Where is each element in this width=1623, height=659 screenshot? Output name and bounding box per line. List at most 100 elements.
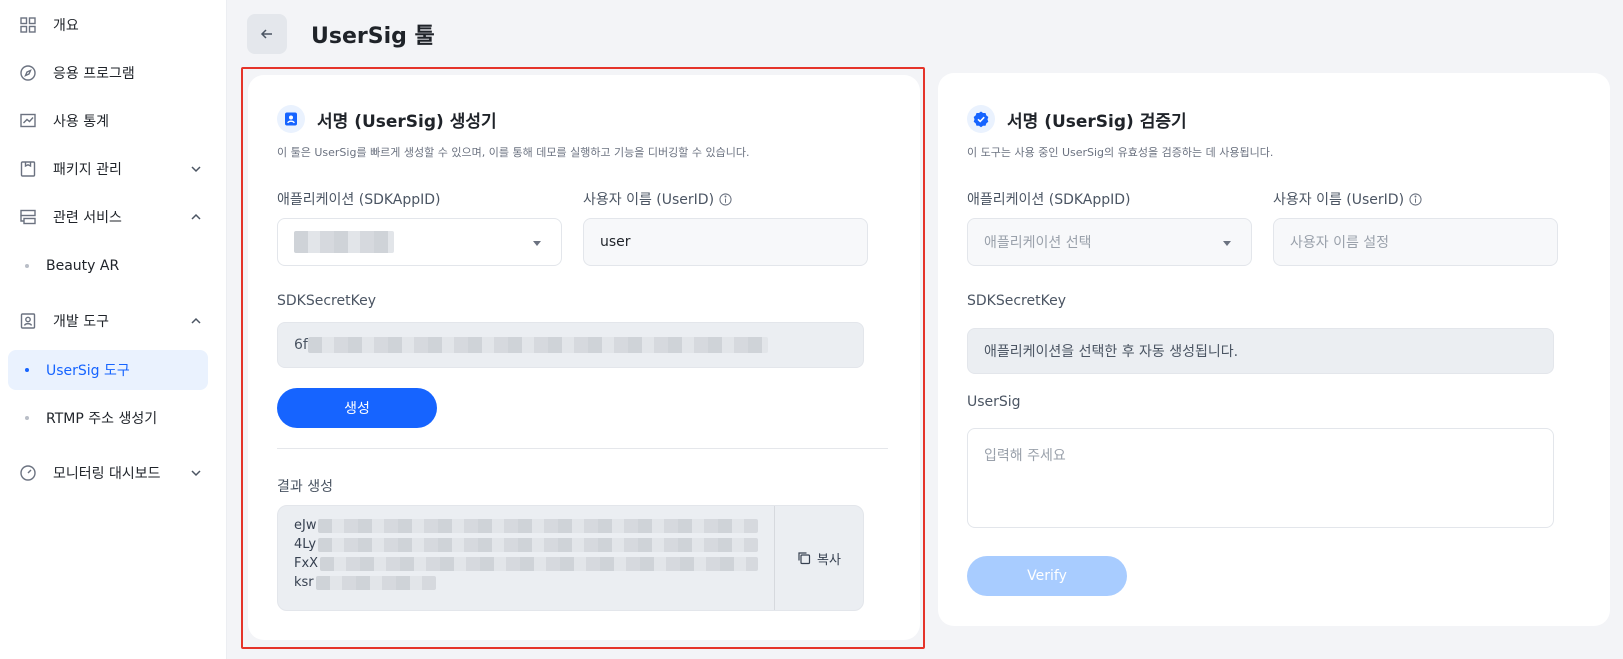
redacted-app-id (294, 231, 394, 253)
arrow-left-icon (260, 29, 272, 39)
verified-badge-icon (967, 105, 995, 133)
dev-tools-icon (18, 311, 38, 331)
usersig-placeholder: 입력해 주세요 (984, 448, 1066, 464)
chart-icon (18, 111, 38, 131)
sidebar-subitem-usersig-tool[interactable]: UserSig 도구 (8, 350, 208, 390)
bullet-dot (25, 416, 29, 420)
sidebar-item-package-management[interactable]: 패키지 관리 (8, 149, 208, 189)
generator-secret-label: SDKSecretKey (277, 293, 376, 309)
sidebar-subitem-label: RTMP 주소 생성기 (46, 411, 158, 427)
sidebar-item-overview[interactable]: 개요 (8, 5, 208, 45)
verifier-secret-field: 애플리케이션을 선택한 후 자동 생성됩니다. (967, 328, 1554, 374)
bullet-dot (25, 264, 29, 268)
label-text: 사용자 이름 (UserID) (583, 192, 715, 208)
page-title: UserSig 툴 (311, 24, 435, 49)
result-box: eJw 4Ly FxX ksr 복사 (277, 505, 864, 611)
sidebar-subitem-label: Beauty AR (46, 258, 120, 274)
sidebar-item-label: 응용 프로그램 (53, 66, 135, 82)
generator-user-input[interactable]: user (583, 218, 868, 266)
secret-hint: 애플리케이션을 선택한 후 자동 생성됩니다. (984, 344, 1239, 360)
sidebar-item-usage-stats[interactable]: 사용 통계 (8, 101, 208, 141)
grid-icon (18, 15, 38, 35)
app-select-placeholder: 애플리케이션 선택 (984, 235, 1092, 251)
info-icon[interactable] (1409, 192, 1422, 206)
result-line: ksr (294, 573, 758, 592)
generator-title: 서명 (UserSig) 생성기 (317, 111, 497, 132)
verifier-app-select[interactable]: 애플리케이션 선택 (967, 218, 1252, 266)
gauge-icon (18, 463, 38, 483)
secret-prefix: 6f (294, 337, 308, 353)
verifier-title: 서명 (UserSig) 검증기 (1007, 111, 1187, 132)
sidebar-item-label: 패키지 관리 (53, 162, 122, 178)
generate-button[interactable]: 생성 (277, 388, 437, 428)
user-input-placeholder: 사용자 이름 설정 (1290, 235, 1390, 251)
divider (277, 448, 888, 449)
generator-secret-field: 6f (277, 322, 864, 368)
copy-label: 복사 (817, 552, 841, 568)
generator-app-label: 애플리케이션 (SDKAppID) (277, 189, 441, 209)
verifier-app-label: 애플리케이션 (SDKAppID) (967, 189, 1131, 209)
bullet-dot (25, 368, 29, 372)
user-input-value: user (600, 234, 631, 250)
result-line: eJw (294, 516, 758, 535)
result-prefix: eJw (294, 518, 317, 533)
verify-button[interactable]: Verify (967, 556, 1127, 596)
verifier-header: 서명 (UserSig) 검증기 (967, 105, 1187, 133)
sidebar-item-label: 모니터링 대시보드 (53, 466, 161, 482)
sidebar-item-label: 관련 서비스 (53, 210, 122, 226)
sidebar-subitem-rtmp-generator[interactable]: RTMP 주소 생성기 (8, 398, 208, 438)
copy-button[interactable]: 복사 (775, 506, 863, 610)
verifier-usersig-label: UserSig (967, 394, 1021, 410)
label-text: SDKSecretKey (277, 293, 376, 309)
chevron-down-icon (191, 166, 201, 173)
package-icon (18, 159, 38, 179)
generator-description: 이 툴은 UserSig를 빠르게 생성할 수 있으며, 이를 통해 데모를 실… (277, 146, 750, 159)
redacted-result (318, 518, 758, 533)
sidebar-item-applications[interactable]: 응용 프로그램 (8, 53, 208, 93)
chevron-down-icon (191, 470, 201, 477)
generator-app-select[interactable] (277, 218, 562, 266)
chevron-up-icon (191, 213, 201, 220)
verifier-user-label: 사용자 이름 (UserID) (1273, 189, 1422, 209)
verifier-user-input[interactable]: 사용자 이름 설정 (1273, 218, 1558, 266)
caret-down-icon (1223, 241, 1231, 246)
label-text: 애플리케이션 (SDKAppID) (967, 192, 1131, 208)
label-text: 애플리케이션 (SDKAppID) (277, 192, 441, 208)
chevron-up-icon (191, 317, 201, 324)
label-text: 사용자 이름 (UserID) (1273, 192, 1405, 208)
services-icon (18, 207, 38, 227)
verifier-description: 이 도구는 사용 중인 UserSig의 유효성을 검증하는 데 사용됩니다. (967, 146, 1274, 159)
sidebar-item-label: 사용 통계 (53, 114, 109, 130)
sidebar: 개요 응용 프로그램 사용 통계 패키지 관리 관련 서비스 Beauty AR (0, 0, 227, 659)
user-badge-icon (277, 105, 305, 133)
redacted-secret (307, 337, 768, 353)
redacted-result (318, 537, 758, 552)
compass-icon (18, 63, 38, 83)
label-text: SDKSecretKey (967, 293, 1066, 309)
sidebar-item-label: 개요 (53, 18, 79, 34)
sidebar-item-related-services[interactable]: 관련 서비스 (8, 197, 208, 237)
sidebar-item-dev-tools[interactable]: 개발 도구 (8, 301, 208, 341)
redacted-result (320, 556, 758, 571)
result-prefix: 4Ly (294, 537, 317, 552)
info-icon[interactable] (719, 192, 732, 206)
sidebar-subitem-beauty-ar[interactable]: Beauty AR (8, 246, 208, 286)
sidebar-item-label: 개발 도구 (53, 314, 109, 330)
result-prefix: ksr (294, 575, 314, 590)
result-prefix: FxX (294, 556, 319, 571)
usersig-textarea[interactable]: 입력해 주세요 (967, 428, 1554, 528)
label-text: 결과 생성 (277, 479, 333, 495)
result-text: eJw 4Ly FxX ksr (278, 506, 775, 610)
generator-user-label: 사용자 이름 (UserID) (583, 189, 732, 209)
result-line: 4Ly (294, 535, 758, 554)
caret-down-icon (533, 241, 541, 246)
result-line: FxX (294, 554, 758, 573)
sidebar-item-monitoring-dashboard[interactable]: 모니터링 대시보드 (8, 453, 208, 493)
result-label: 결과 생성 (277, 476, 333, 496)
back-button[interactable] (247, 14, 287, 54)
redacted-result (315, 575, 436, 590)
label-text: UserSig (967, 394, 1021, 410)
copy-icon (798, 552, 811, 565)
sidebar-subitem-label: UserSig 도구 (46, 363, 130, 379)
verifier-secret-label: SDKSecretKey (967, 293, 1066, 309)
